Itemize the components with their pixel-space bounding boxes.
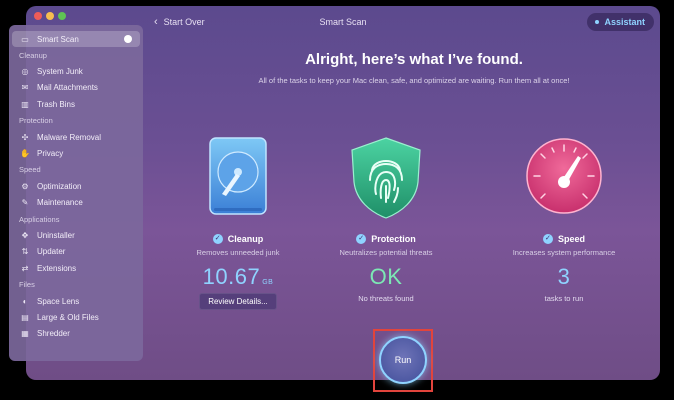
protection-label: Protection bbox=[371, 234, 416, 244]
sidebar-item-label: Maintenance bbox=[37, 198, 83, 208]
sidebar-item-label: Optimization bbox=[37, 181, 82, 191]
sidebar-item-optimization[interactable]: ⚙ Optimization bbox=[9, 178, 143, 194]
sidebar-heading-protection: Protection bbox=[19, 116, 53, 126]
speed-value: 3 bbox=[557, 264, 571, 289]
fingerprint-shield-icon bbox=[326, 136, 446, 228]
trash-icon: ▥ bbox=[21, 99, 29, 109]
sidebar-item-smart-scan[interactable]: ▭ Smart Scan bbox=[12, 31, 140, 47]
check-icon: ✓ bbox=[212, 234, 223, 244]
sidebar-item-shredder[interactable]: ▦ Shredder bbox=[9, 326, 143, 342]
sidebar-item-malware-removal[interactable]: ✣ Malware Removal bbox=[9, 129, 143, 145]
sidebar-heading-files: Files bbox=[19, 280, 35, 290]
folder-icon: ▤ bbox=[21, 312, 29, 322]
assistant-dot-icon bbox=[595, 20, 600, 24]
mail-icon: ✉ bbox=[21, 83, 29, 93]
sidebar: ▭ Smart Scan Cleanup ◎ System Junk ✉ Mai… bbox=[9, 25, 143, 361]
sidebar-item-label: Updater bbox=[37, 247, 66, 257]
speed-desc: Increases system performance bbox=[512, 248, 616, 257]
sidebar-item-label: Extensions bbox=[37, 263, 77, 273]
assistant-button[interactable]: Assistant bbox=[587, 13, 654, 31]
protection-foot: No threats found bbox=[358, 294, 414, 303]
active-indicator-icon bbox=[124, 35, 132, 43]
run-button[interactable]: Run bbox=[379, 336, 427, 384]
sidebar-item-label: Malware Removal bbox=[37, 132, 102, 142]
hard-drive-icon bbox=[178, 136, 298, 228]
protection-card: ✓ Protection Neutralizes potential threa… bbox=[326, 136, 446, 303]
sidebar-item-uninstaller[interactable]: ✥ Uninstaller bbox=[9, 227, 143, 243]
cleanup-unit: GB bbox=[262, 279, 274, 286]
shredder-icon: ▦ bbox=[21, 329, 29, 339]
sidebar-item-updater[interactable]: ⇅ Updater bbox=[9, 244, 143, 260]
sidebar-item-label: Shredder bbox=[37, 329, 70, 339]
cleanup-label: Cleanup bbox=[227, 234, 264, 244]
run-label: Run bbox=[394, 355, 412, 365]
sidebar-item-mail-attachments[interactable]: ✉ Mail Attachments bbox=[9, 80, 143, 96]
extensions-icon: ⇄ bbox=[21, 263, 29, 273]
sidebar-item-large-old-files[interactable]: ▤ Large & Old Files bbox=[9, 309, 143, 325]
sidebar-item-label: Smart Scan bbox=[37, 34, 79, 44]
sidebar-item-privacy[interactable]: ✋ Privacy bbox=[9, 145, 143, 161]
cleanup-desc: Removes unneeded junk bbox=[196, 248, 280, 257]
sidebar-item-trash-bins[interactable]: ▥ Trash Bins bbox=[9, 96, 143, 112]
space-lens-icon: ◐ bbox=[22, 296, 28, 306]
page-subtitle: All of the tasks to keep your Mac clean,… bbox=[258, 76, 570, 85]
sidebar-item-label: Space Lens bbox=[37, 296, 80, 306]
sidebar-item-label: Uninstaller bbox=[37, 230, 75, 240]
cleanup-card: ✓ Cleanup Removes unneeded junk 10.67 GB … bbox=[178, 136, 298, 310]
sidebar-heading-cleanup: Cleanup bbox=[19, 50, 47, 60]
sidebar-item-label: Trash Bins bbox=[37, 99, 75, 109]
speed-label: Speed bbox=[557, 234, 585, 244]
cleanup-amount: 10.67 bbox=[202, 264, 261, 289]
optimization-icon: ⚙ bbox=[21, 181, 29, 191]
sidebar-item-space-lens[interactable]: ◐ Space Lens bbox=[9, 293, 143, 309]
sidebar-item-maintenance[interactable]: ✎ Maintenance bbox=[9, 195, 143, 211]
sidebar-item-system-junk[interactable]: ◎ System Junk bbox=[9, 63, 143, 79]
sidebar-item-label: System Junk bbox=[37, 67, 83, 77]
updater-icon: ⇅ bbox=[21, 247, 29, 257]
speed-card: ✓ Speed Increases system performance 3 t… bbox=[504, 136, 624, 303]
sidebar-item-label: Mail Attachments bbox=[37, 83, 98, 93]
protection-desc: Neutralizes potential threats bbox=[339, 248, 433, 257]
assistant-label: Assistant bbox=[604, 17, 645, 27]
zoom-window-button[interactable] bbox=[58, 12, 66, 20]
minimize-window-button[interactable] bbox=[46, 12, 54, 20]
system-junk-icon: ◎ bbox=[21, 67, 29, 77]
close-window-button[interactable] bbox=[34, 12, 42, 20]
maintenance-icon: ✎ bbox=[21, 198, 29, 208]
smart-scan-icon: ▭ bbox=[21, 34, 29, 44]
review-details-button[interactable]: Review Details... bbox=[199, 293, 277, 310]
sidebar-item-label: Privacy bbox=[37, 149, 64, 159]
cleanup-value: 10.67 GB bbox=[178, 264, 298, 290]
sidebar-item-label: Large & Old Files bbox=[37, 312, 99, 322]
uninstaller-icon: ✥ bbox=[21, 230, 29, 240]
privacy-icon: ✋ bbox=[20, 149, 30, 159]
speedometer-icon bbox=[504, 136, 624, 228]
sidebar-item-extensions[interactable]: ⇄ Extensions bbox=[9, 260, 143, 276]
page-title: Alright, here’s what I’ve found. bbox=[305, 51, 523, 68]
check-icon: ✓ bbox=[542, 234, 553, 244]
check-icon: ✓ bbox=[356, 234, 367, 244]
protection-value: OK bbox=[369, 264, 403, 289]
sidebar-heading-speed: Speed bbox=[19, 165, 41, 175]
sidebar-heading-applications: Applications bbox=[19, 214, 60, 224]
malware-icon: ✣ bbox=[21, 132, 29, 142]
speed-foot: tasks to run bbox=[544, 294, 584, 303]
